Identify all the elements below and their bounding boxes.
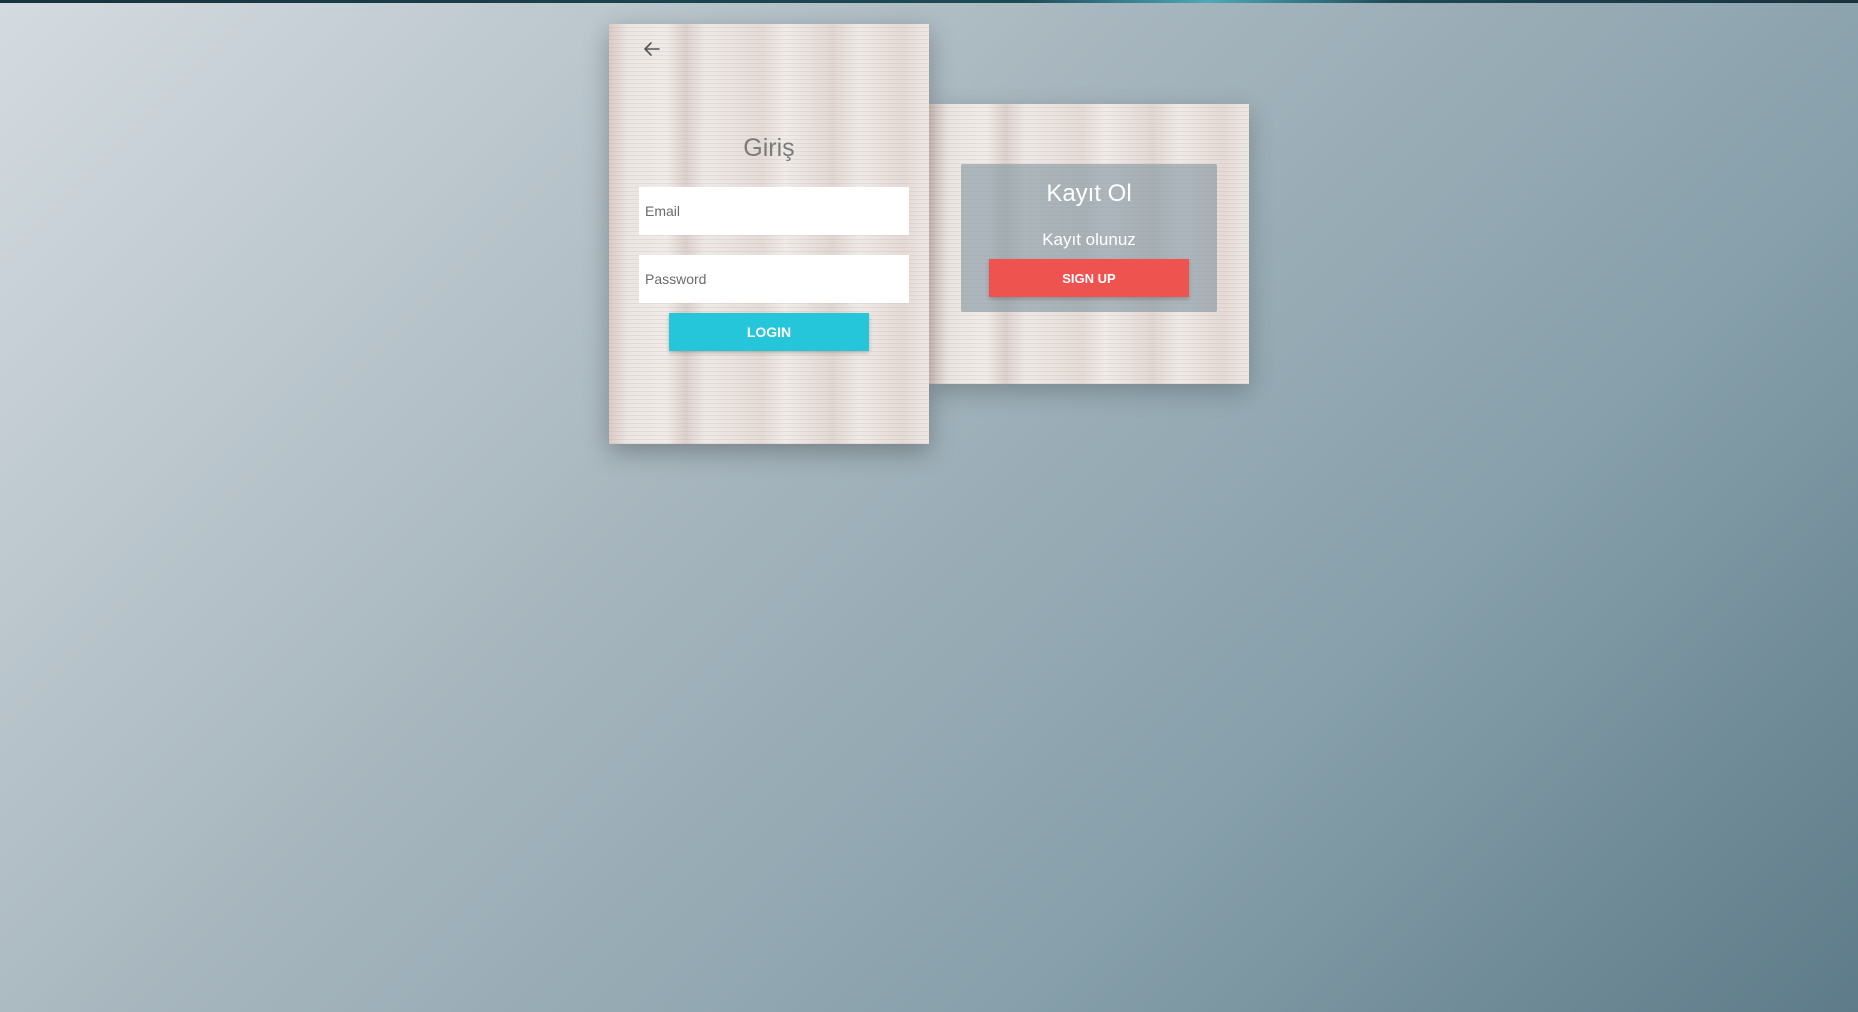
register-subtitle: Kayıt olunuz [1042,230,1136,249]
login-card: Giriş LOGIN [609,24,929,444]
register-card: Kayıt Ol Kayıt olunuz SIGN UP [929,104,1249,384]
arrow-left-icon [644,42,660,56]
password-field[interactable] [639,255,909,303]
top-strip [0,0,1858,3]
register-title: Kayıt Ol [1046,180,1132,207]
signup-button[interactable]: SIGN UP [989,259,1189,297]
login-button[interactable]: LOGIN [669,313,869,351]
back-button[interactable] [639,36,665,62]
register-panel: Kayıt Ol Kayıt olunuz SIGN UP [961,164,1217,312]
login-title: Giriş [743,134,795,162]
email-field[interactable] [639,187,909,235]
